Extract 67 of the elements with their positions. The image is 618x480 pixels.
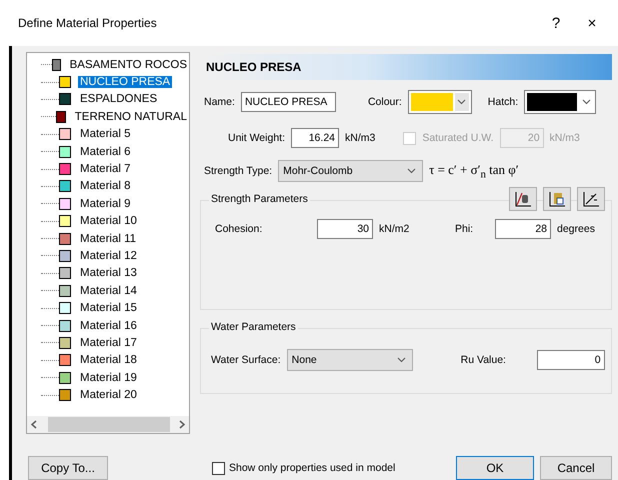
tree-item[interactable]: Material 17 [78,336,139,349]
tree-item[interactable]: Material 15 [78,302,139,314]
strength-type-dropdown[interactable]: Mohr-Coulomb [278,160,424,182]
unit-weight-label: Unit Weight: [228,132,285,144]
scroll-right-icon[interactable] [178,420,186,429]
phi-field[interactable]: 28 [495,219,551,239]
strength-type-label: Strength Type: [204,165,272,177]
chevron-down-icon [582,99,591,105]
tree-item[interactable]: Material 8 [78,180,132,192]
group-title: Strength Parameters [209,193,310,205]
tree-item[interactable]: Material 6 [78,146,132,158]
tree-item[interactable]: Material 18 [78,354,139,366]
chevron-down-icon [396,357,406,363]
tree-item[interactable]: ESPALDONES [78,93,160,106]
show-only-checkbox[interactable] [212,462,225,474]
colour-picker[interactable] [408,90,472,114]
help-button[interactable]: ? [538,14,574,32]
cohesion-label: Cohesion: [215,223,264,235]
unit-label: kN/m3 [550,132,580,144]
tree-item[interactable]: Material 16 [78,320,139,332]
colour-label: Colour: [368,96,402,108]
close-button[interactable]: × [574,14,610,32]
tree-item[interactable]: Material 7 [78,163,132,176]
group-title: Water Parameters [209,321,298,333]
unit-label: degrees [557,223,595,235]
copy-to-button[interactable]: Copy To... [28,456,108,480]
ru-value-label: Ru Value: [460,354,507,366]
chevron-down-icon [457,99,466,105]
ru-value-field[interactable]: 0 [536,350,605,370]
show-only-label: Show only properties used in model [229,462,396,474]
tree-item[interactable]: Material 5 [78,128,132,140]
tree-item[interactable]: TERRENO NATURAL [72,110,189,123]
chevron-down-icon [407,168,416,174]
tree-item[interactable]: Material 9 [78,198,132,210]
unit-label: kN/m2 [379,223,410,235]
tree-item[interactable]: BASAMENTO ROCOS [68,58,189,71]
saturated-label: Saturated U.W. [422,132,494,144]
unit-label: kN/m3 [345,132,376,144]
hatch-label: Hatch: [488,96,518,108]
tree-item[interactable]: NUCLEO PRESA [78,76,172,88]
ok-button[interactable]: OK [456,456,534,480]
chart-icon [514,191,532,207]
phi-label: Phi: [455,223,474,235]
scroll-left-icon[interactable] [30,420,38,429]
clipboard-icon [548,191,566,207]
tree-item[interactable]: Material 19 [78,372,139,384]
tree-item[interactable]: Material 20 [78,389,139,402]
tree-item[interactable]: Material 13 [78,267,139,280]
tree-item[interactable]: Material 12 [78,250,139,262]
water-surface-dropdown[interactable]: None [286,349,413,371]
name-field[interactable]: NUCLEO PRESA [240,92,336,112]
chart-icon-button[interactable] [509,187,537,211]
window-title: Define Material Properties [18,16,158,30]
tree-item[interactable]: Material 10 [78,215,139,228]
unit-weight-field[interactable]: 16.24 [291,128,339,148]
horizontal-scrollbar[interactable] [27,416,189,433]
axes-icon-button[interactable] [577,187,605,211]
clipboard-icon-button[interactable] [543,187,571,211]
strength-formula: τ = c′ + σ′$_{n}$ tan φ′ [429,162,519,180]
cohesion-field[interactable]: 30 [317,219,373,239]
tree-item[interactable]: Material 11 [78,232,138,245]
hatch-picker[interactable] [524,90,596,114]
tree-item[interactable]: Material 14 [78,284,139,297]
water-surface-label: Water Surface: [211,354,281,366]
axes-icon [582,191,600,207]
name-label: Name: [204,96,235,108]
cancel-button[interactable]: Cancel [540,456,612,480]
